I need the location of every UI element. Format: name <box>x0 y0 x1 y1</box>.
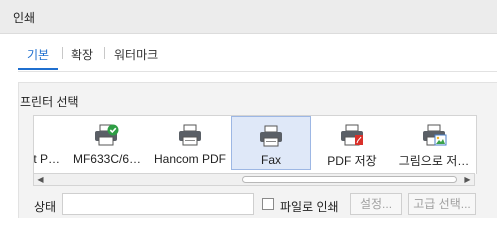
scroll-right-arrow-icon[interactable]: ▶ <box>461 174 474 185</box>
settings-button[interactable]: 설정... <box>350 193 402 215</box>
printer-item-save-as-image[interactable]: 그림으로 저… <box>394 116 474 170</box>
tab-basic[interactable]: 기본 <box>27 46 49 63</box>
printer-label: t P… <box>33 152 60 166</box>
printer-icon <box>260 125 282 147</box>
printer-label: MF633C/6… <box>72 152 142 166</box>
status-field <box>62 193 254 215</box>
active-tab-indicator <box>18 68 58 70</box>
printer-image-icon <box>423 124 447 146</box>
scrollbar-thumb[interactable] <box>242 176 457 183</box>
printer-item-partial[interactable]: t P… <box>33 116 62 170</box>
printer-list: t P… MF633C/6… Hancom PDF Fax PDF 저장 그림으… <box>33 115 477 174</box>
printer-pdf-icon <box>341 124 363 146</box>
tab-watermark[interactable]: 워터마크 <box>114 46 158 63</box>
status-label: 상태 <box>34 200 57 214</box>
printer-default-check-icon <box>95 124 119 146</box>
advanced-options-button[interactable]: 고급 선택... <box>408 193 476 215</box>
tab-divider <box>62 47 63 59</box>
tab-divider <box>104 47 105 59</box>
printer-item-fax[interactable]: Fax <box>231 116 311 170</box>
tab-bar: 기본 확장 워터마크 <box>0 34 497 70</box>
printer-item-hancom-pdf[interactable]: Hancom PDF <box>150 116 230 170</box>
printer-item-mf633c[interactable]: MF633C/6… <box>70 116 144 170</box>
printer-label: Fax <box>260 153 281 167</box>
printer-select-label: 프린터 선택 <box>20 95 79 109</box>
printer-icon <box>179 124 201 146</box>
print-to-file-label[interactable]: 파일로 인쇄 <box>280 198 339 215</box>
tab-extended[interactable]: 확장 <box>71 46 93 63</box>
window-title: 인쇄 <box>13 11 36 25</box>
print-to-file-checkbox[interactable] <box>262 198 274 210</box>
scroll-left-arrow-icon[interactable]: ◀ <box>34 174 47 185</box>
printer-list-scrollbar[interactable]: ◀ ▶ <box>33 173 475 186</box>
title-bar: 인쇄 <box>0 0 497 34</box>
printer-label: 그림으로 저… <box>398 154 470 168</box>
printer-label: Hancom PDF <box>153 152 227 166</box>
tab-divider-line <box>18 71 497 72</box>
printer-item-pdf-save[interactable]: PDF 저장 <box>317 116 387 170</box>
printer-label: PDF 저장 <box>327 154 377 168</box>
